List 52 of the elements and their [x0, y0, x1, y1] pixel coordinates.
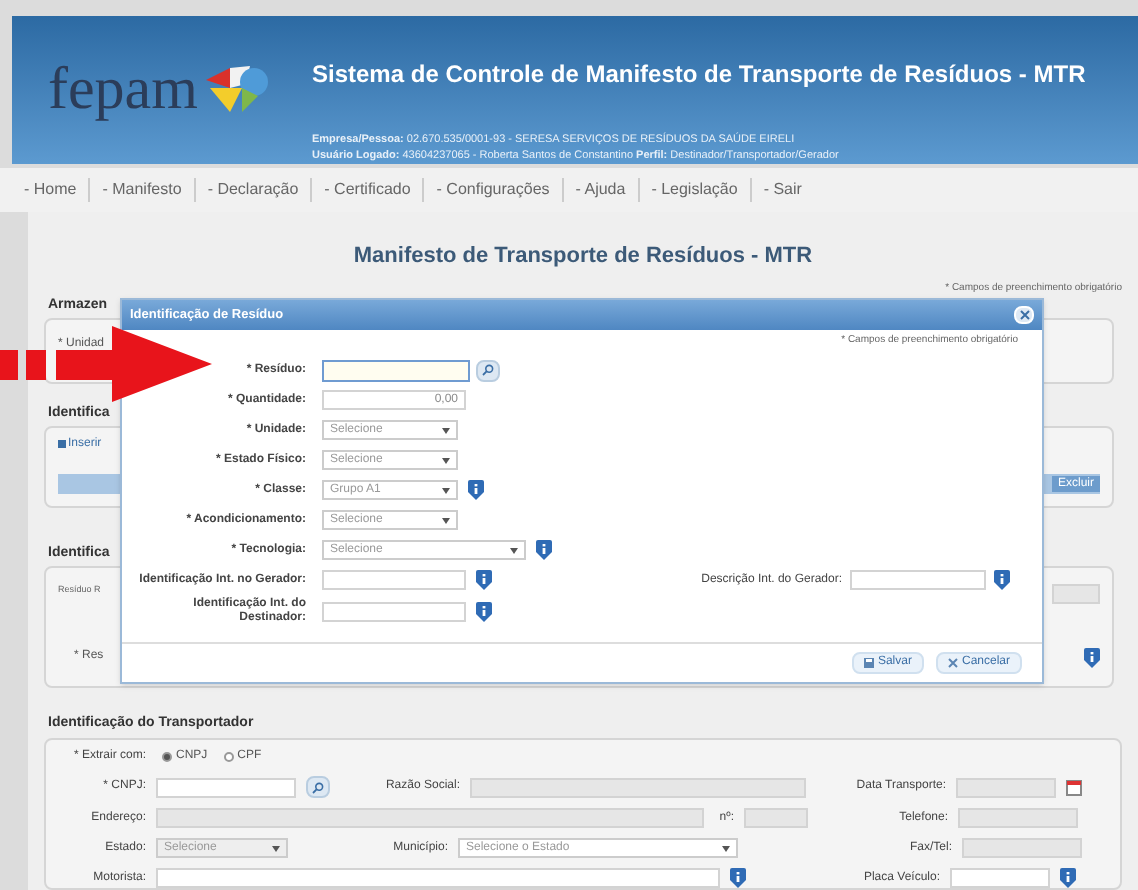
info-icon[interactable] [468, 480, 484, 500]
info-icon[interactable] [476, 601, 492, 621]
input-field[interactable] [322, 570, 466, 590]
input-field[interactable] [956, 777, 1056, 797]
nav-link[interactable]: - Certificado [310, 178, 423, 202]
search-button[interactable] [306, 776, 330, 798]
input-field[interactable] [470, 777, 806, 797]
disk-icon [863, 658, 874, 668]
radio-button[interactable] [162, 752, 172, 762]
page-title: Manifesto de Transporte de Resíduos - MTR [353, 242, 813, 272]
search-button[interactable] [476, 359, 500, 381]
info-icon[interactable] [730, 868, 746, 888]
input-field[interactable] [950, 868, 1050, 888]
close-button[interactable] [1014, 306, 1034, 324]
input-field[interactable] [156, 868, 720, 888]
nav-link[interactable]: - Ajuda [561, 178, 638, 202]
input-field[interactable] [962, 838, 1082, 858]
info-icon[interactable] [1060, 868, 1076, 888]
calendar-icon[interactable] [1066, 779, 1082, 795]
search-icon [312, 781, 324, 793]
site-logo[interactable]: fepam [48, 60, 198, 120]
input-field[interactable] [322, 601, 466, 621]
caret-icon [442, 517, 450, 523]
caret-icon [442, 457, 450, 463]
info-icon[interactable] [1084, 647, 1100, 667]
logo-emblem-icon [201, 64, 270, 116]
input-field[interactable] [958, 808, 1078, 828]
caret-icon [442, 487, 450, 493]
caret-icon [442, 427, 450, 433]
info-icon[interactable] [536, 540, 552, 560]
radio-button[interactable] [223, 752, 234, 762]
close-icon [1019, 310, 1029, 320]
nav-link[interactable]: - Configurações [422, 178, 562, 202]
app-title: Sistema de Controle de Manifesto de Transporte de Resíduos - MTR [312, 58, 1086, 92]
nav-link[interactable]: - Declaração [193, 178, 311, 202]
input-field[interactable] [744, 808, 808, 828]
x-icon [947, 658, 958, 668]
input-field[interactable] [322, 359, 470, 381]
input-field[interactable] [850, 570, 986, 590]
caret-icon [272, 845, 280, 851]
input-field[interactable] [156, 777, 296, 797]
caret-icon [722, 845, 730, 851]
caret-icon [510, 547, 518, 553]
input-field[interactable] [156, 808, 704, 828]
info-icon[interactable] [994, 570, 1010, 590]
nav-link[interactable]: - Legislação [637, 178, 750, 202]
input-field [1052, 583, 1100, 603]
nav-link[interactable]: - Sair [749, 178, 814, 202]
info-icon[interactable] [476, 570, 492, 590]
nav-link[interactable]: - Home [12, 178, 89, 202]
nav-link[interactable]: - Manifesto [88, 178, 194, 202]
search-icon [482, 364, 494, 376]
